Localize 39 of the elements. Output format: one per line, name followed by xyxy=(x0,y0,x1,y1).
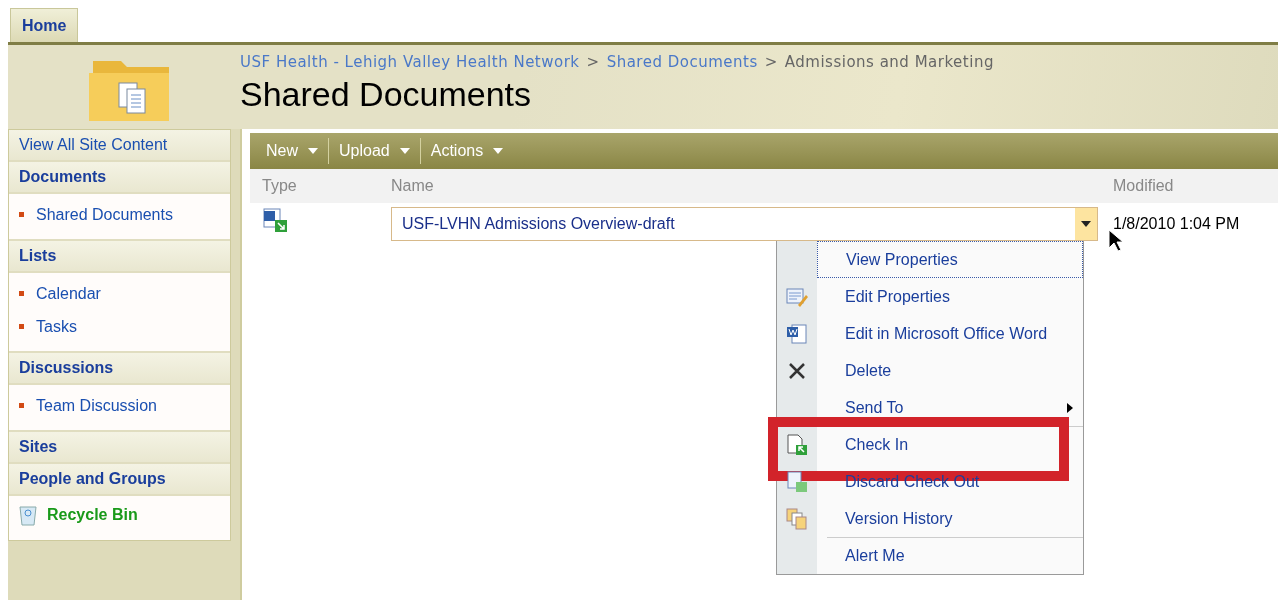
breadcrumb-separator: > xyxy=(586,53,600,71)
nav-heading[interactable]: Lists xyxy=(9,241,230,273)
column-header: Type xyxy=(261,177,298,195)
document-name-field[interactable]: USF-LVHN Admissions Overview-draft xyxy=(391,207,1098,241)
nav-heading[interactable]: Sites xyxy=(9,432,230,464)
recycle-bin-icon xyxy=(19,504,37,526)
recycle-bin-link[interactable]: Recycle Bin xyxy=(47,506,138,524)
menu-item[interactable]: Delete xyxy=(841,361,896,380)
menu-item[interactable]: Alert Me xyxy=(841,546,909,565)
mouse-pointer-icon xyxy=(1108,229,1124,253)
close-icon xyxy=(787,360,807,381)
caret-icon xyxy=(493,148,504,154)
home-tab[interactable]: Home xyxy=(10,8,79,42)
menu-item[interactable]: View Properties xyxy=(817,241,1083,278)
menu-item[interactable]: Check In xyxy=(841,435,913,454)
nav-item[interactable]: Calendar xyxy=(9,277,230,310)
form-pencil-icon xyxy=(786,286,808,307)
word-document-icon xyxy=(262,207,288,233)
caret-icon[interactable] xyxy=(1081,221,1091,227)
breadcrumb-separator: > xyxy=(764,53,778,71)
nav-item[interactable]: Tasks xyxy=(9,310,230,343)
nav-heading[interactable]: Discussions xyxy=(9,353,230,385)
submenu-arrow-icon xyxy=(1067,402,1073,413)
menu-item[interactable]: Send To xyxy=(841,398,908,417)
breadcrumb-current: Admissions and Marketing xyxy=(784,53,994,71)
view-all-link[interactable]: View All Site Content xyxy=(9,130,230,162)
column-header: Name xyxy=(391,177,435,195)
word-document-icon xyxy=(786,322,808,345)
nav-heading[interactable]: Documents xyxy=(9,162,230,194)
caret-icon xyxy=(308,148,318,154)
modified-date: 1/8/2010 1:04 PM xyxy=(1113,215,1240,232)
menu-item[interactable]: Edit Properties xyxy=(841,287,954,306)
menu-item[interactable]: Edit in Microsoft Office Word xyxy=(841,324,1052,343)
nav-heading[interactable]: People and Groups xyxy=(9,464,230,496)
menu-item[interactable]: Version History xyxy=(841,509,957,528)
column-header: Modified xyxy=(1112,177,1175,195)
caret-icon xyxy=(399,148,410,154)
page-title: Shared Documents xyxy=(240,75,533,114)
stacked-pages-icon xyxy=(786,507,808,530)
